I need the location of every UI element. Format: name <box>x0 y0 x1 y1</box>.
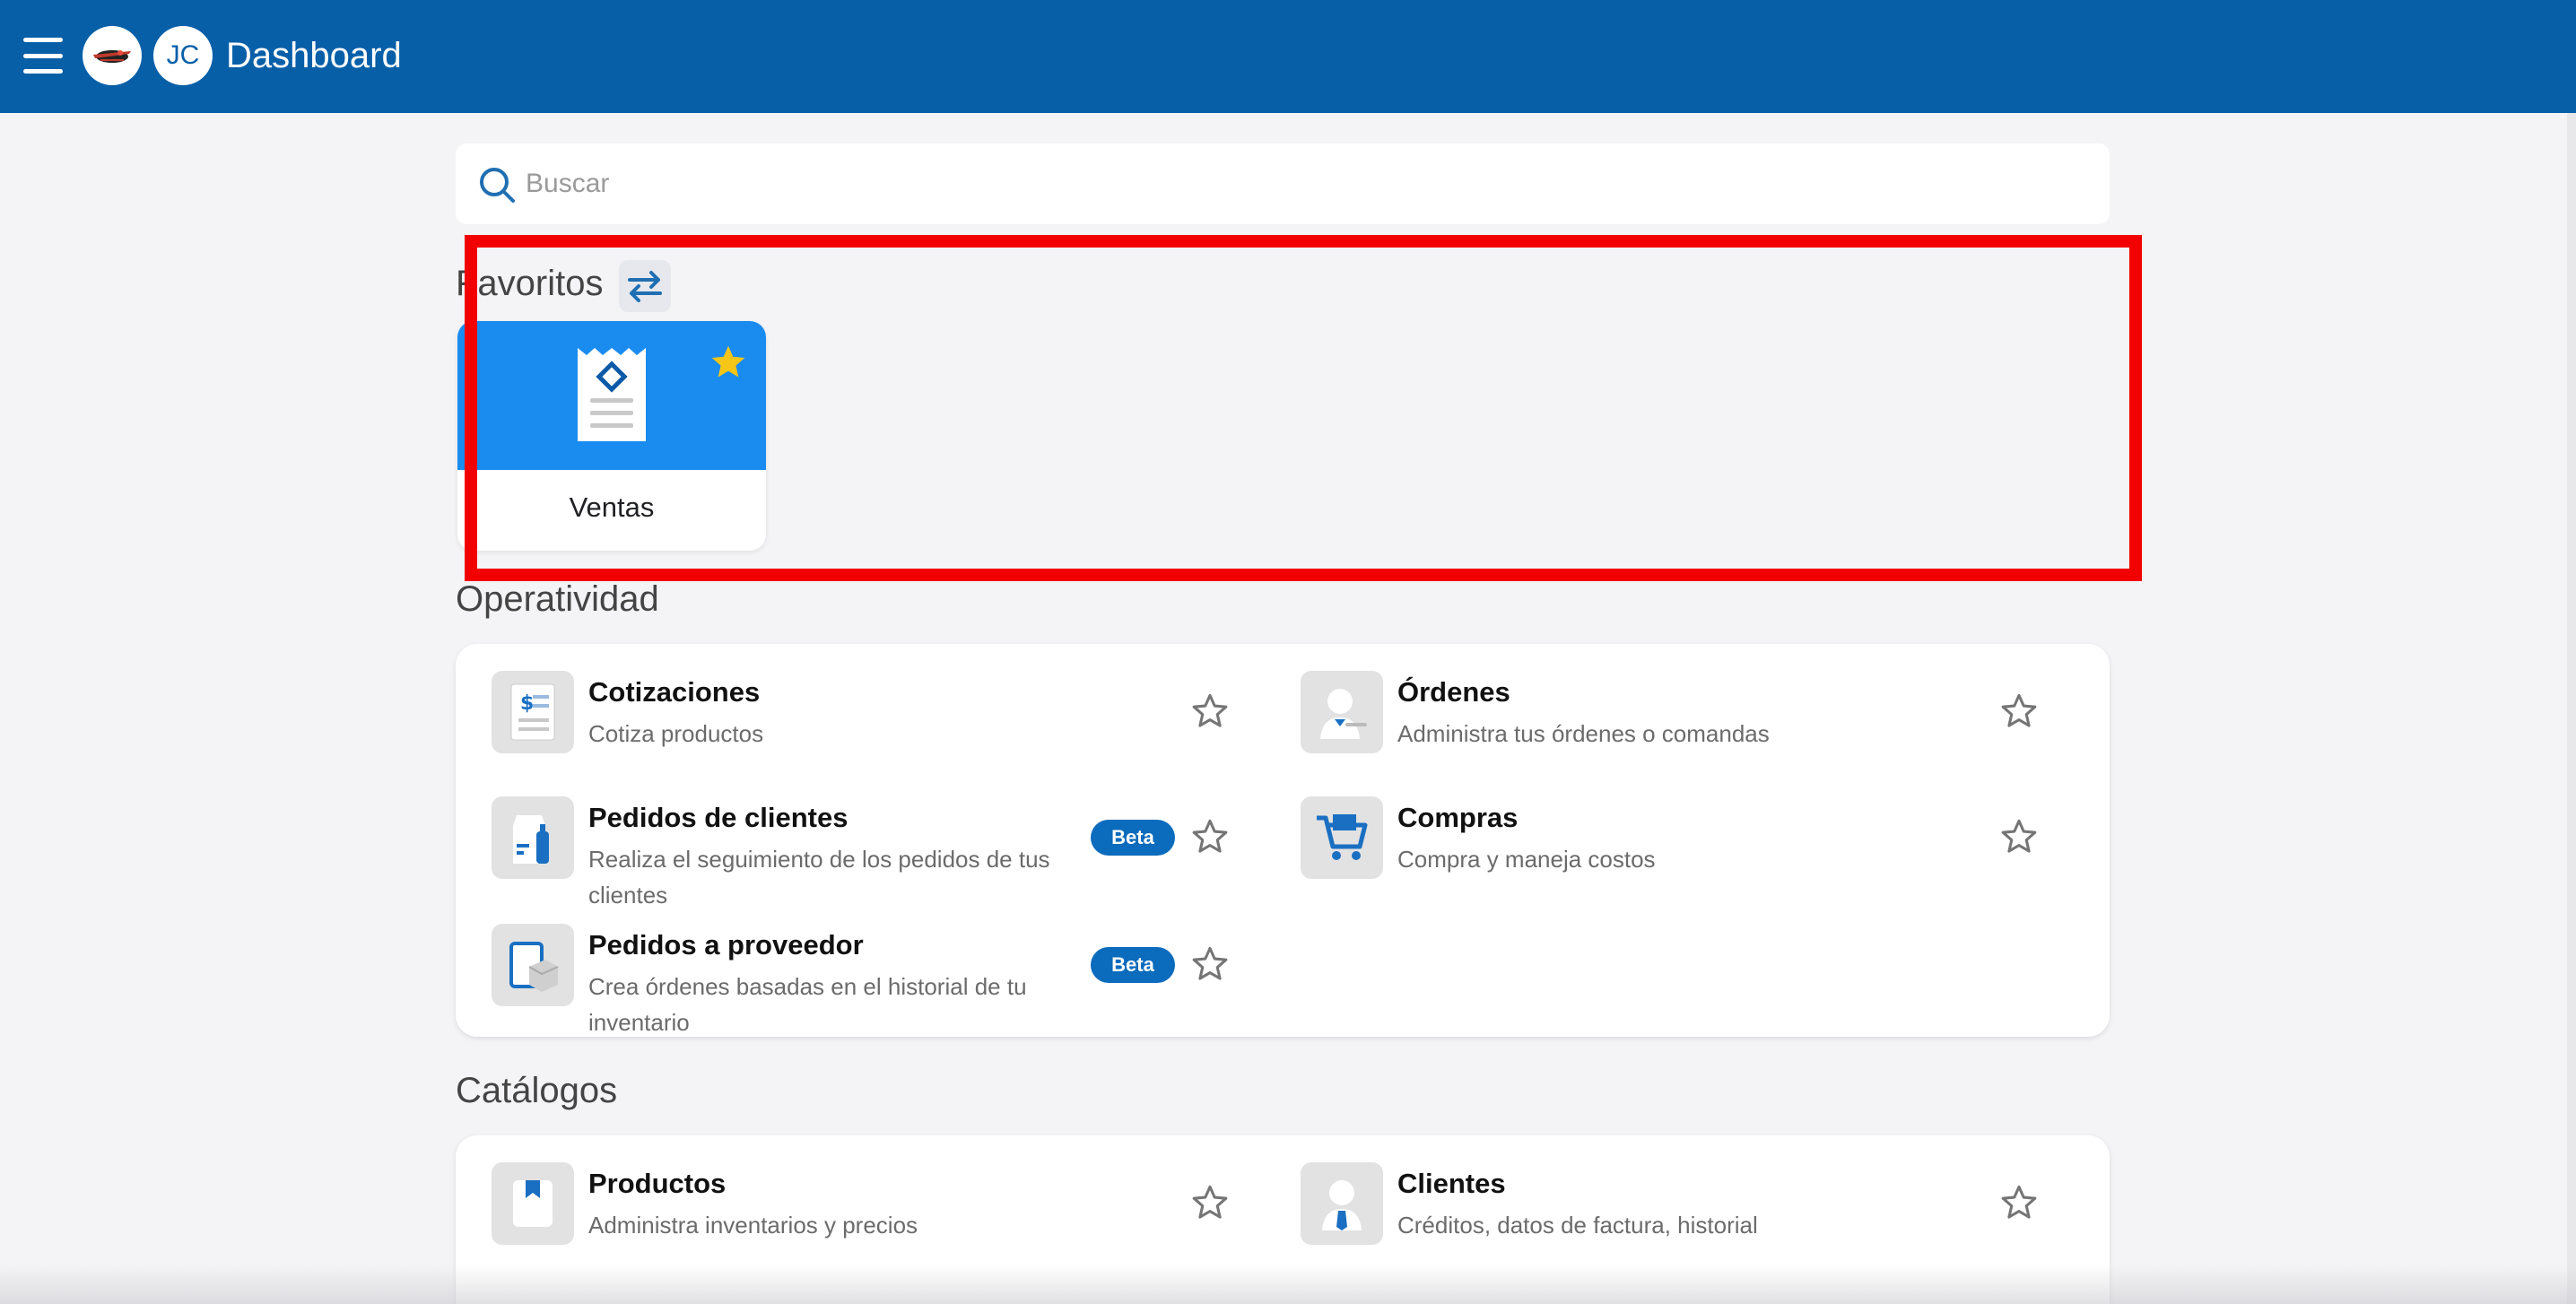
operatividad-panel: $ Cotizaciones Cotiza productos Órdenes … <box>456 644 2110 1037</box>
module-description: Créditos, datos de factura, historial <box>1397 1212 1758 1239</box>
star-outline-icon[interactable] <box>1189 1182 1231 1223</box>
star-outline-icon[interactable] <box>1189 943 1231 985</box>
scrollbar[interactable] <box>2567 113 2576 1304</box>
favorite-card-ventas[interactable]: Ventas <box>457 321 766 551</box>
catalogos-panel: Productos Administra inventarios y preci… <box>456 1135 2110 1304</box>
module-description: Administra tus órdenes o comandas <box>1397 720 1770 747</box>
page-title: Dashboard <box>226 36 402 75</box>
star-outline-icon[interactable] <box>1998 691 2040 732</box>
module-pedidos-a-proveedor[interactable]: Pedidos a proveedor Crea órdenes basadas… <box>492 924 1281 1036</box>
swap-arrows-icon <box>628 271 662 302</box>
module-name: Órdenes <box>1397 676 1510 708</box>
module-name: Clientes <box>1397 1168 1506 1199</box>
favorite-card-label: Ventas <box>569 491 655 523</box>
waiter-icon <box>1301 671 1383 753</box>
logo-icon <box>93 50 131 63</box>
module-name: Compras <box>1397 802 1519 833</box>
menu-icon[interactable] <box>23 38 63 74</box>
top-app-bar: JC Dashboard <box>0 0 2576 113</box>
shopping-cart-icon <box>1301 796 1383 879</box>
module-clientes[interactable]: Clientes Créditos, datos de factura, his… <box>1301 1162 2090 1270</box>
favorites-title: Favoritos <box>456 264 604 303</box>
reorder-favorites-button[interactable] <box>619 260 671 312</box>
product-tag-icon <box>492 1162 574 1245</box>
module-cotizaciones[interactable]: $ Cotizaciones Cotiza productos <box>492 671 1281 778</box>
search-icon <box>480 168 515 203</box>
quote-document-icon: $ <box>492 671 574 753</box>
star-outline-icon[interactable] <box>1189 816 1231 857</box>
customer-orders-icon <box>492 796 574 879</box>
receipt-icon <box>578 348 646 441</box>
module-name: Pedidos de clientes <box>588 802 849 833</box>
svg-text:$: $ <box>520 692 534 715</box>
operatividad-title: Operatividad <box>456 579 659 619</box>
module-description: Cotiza productos <box>588 720 764 747</box>
module-name: Productos <box>588 1168 727 1199</box>
module-description: Realiza el seguimiento de los pedidos de… <box>588 846 1050 908</box>
catalogos-title: Catálogos <box>456 1071 618 1110</box>
module-ordenes[interactable]: Órdenes Administra tus órdenes o comanda… <box>1301 671 2090 778</box>
module-pedidos-de-clientes[interactable]: Pedidos de clientes Realiza el seguimien… <box>492 796 1281 908</box>
company-logo[interactable] <box>83 26 142 85</box>
avatar[interactable]: JC <box>153 26 213 85</box>
module-compras[interactable]: Compras Compra y maneja costos <box>1301 796 2090 904</box>
supplier-order-icon <box>492 924 574 1006</box>
favorite-card-header <box>457 321 766 470</box>
module-productos[interactable]: Productos Administra inventarios y preci… <box>492 1162 1281 1270</box>
star-outline-icon[interactable] <box>1998 1182 2040 1223</box>
module-description: Administra inventarios y precios <box>588 1212 918 1239</box>
favorite-star-icon[interactable] <box>709 343 748 382</box>
beta-badge: Beta <box>1091 820 1175 856</box>
module-name: Cotizaciones <box>588 676 761 708</box>
search-input[interactable] <box>526 160 2050 208</box>
beta-badge: Beta <box>1091 947 1175 983</box>
star-outline-icon[interactable] <box>1998 816 2040 857</box>
search-bar[interactable] <box>456 143 2110 224</box>
module-name: Pedidos a proveedor <box>588 929 864 961</box>
module-description: Crea órdenes basadas en el historial de … <box>588 973 1027 1036</box>
star-outline-icon[interactable] <box>1189 691 1231 732</box>
client-icon <box>1301 1162 1383 1245</box>
module-description: Compra y maneja costos <box>1397 846 1656 873</box>
